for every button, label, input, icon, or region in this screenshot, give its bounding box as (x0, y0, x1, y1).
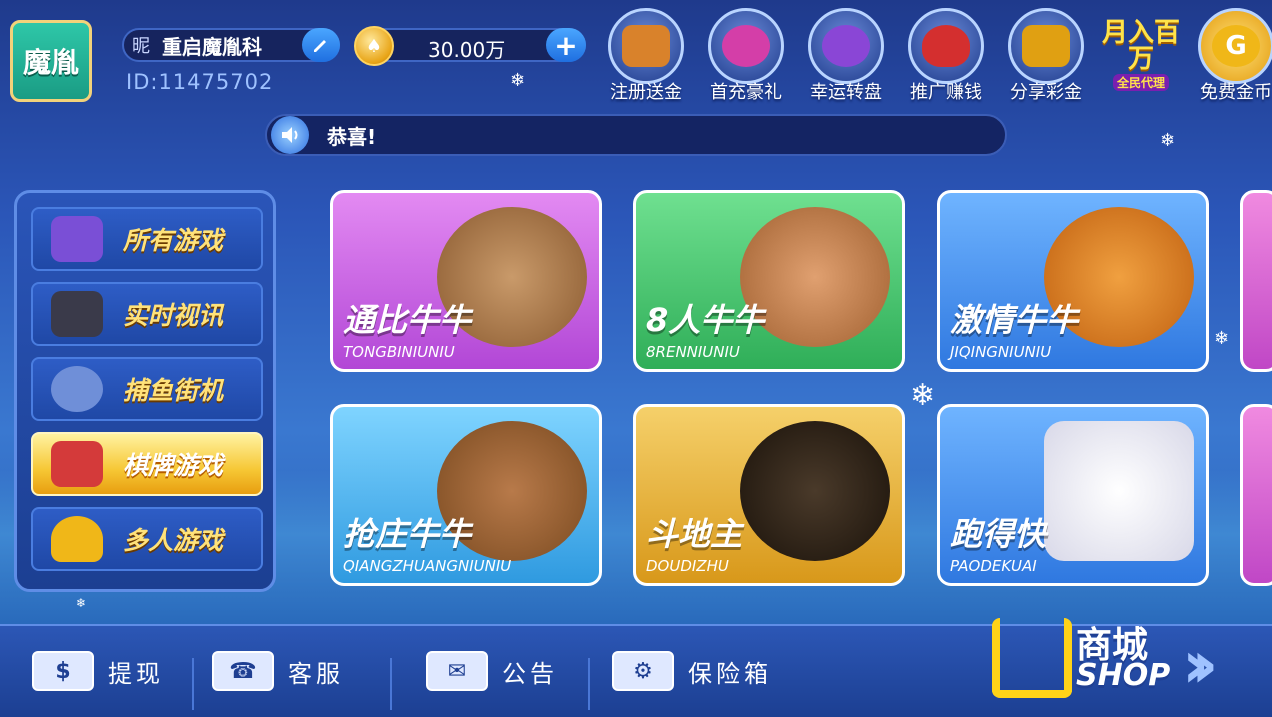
snowflake-icon: ❄ (76, 596, 87, 610)
prize-wheel-icon (722, 25, 770, 67)
notice-bar: 恭喜! (265, 114, 1007, 156)
category-card-games[interactable]: 棋牌游戏 (31, 432, 263, 496)
snowflake-icon: ❄ (1214, 328, 1230, 349)
treasure-chest-icon (622, 25, 670, 67)
announcement-button[interactable]: ✉ 公告 (426, 648, 558, 694)
coin-value: 30.00万 (428, 38, 506, 62)
withdraw-button[interactable]: $ 提现 (32, 648, 164, 694)
bomb-icon (740, 421, 890, 561)
category-live-video[interactable]: 实时视讯 (31, 282, 263, 346)
game-card-partial-2[interactable] (1240, 404, 1272, 586)
gold-chest-icon (1022, 25, 1070, 67)
lucky-wheel-icon (822, 25, 870, 67)
snowflake-icon: ❄ (1160, 130, 1176, 151)
coin-icon: ♠ (354, 26, 394, 66)
chevron-right-icon: ›› (1182, 626, 1219, 703)
category-multiplayer[interactable]: 多人游戏 (31, 507, 263, 571)
snowflake-icon: ❄ (510, 70, 526, 91)
cards-chips-icon (51, 441, 103, 487)
divider (588, 658, 590, 710)
mail-icon: ✉ (426, 651, 488, 691)
top-feature-icons: 注册送金 首充豪礼 幸运转盘 推广赚钱 分享彩金 月入百万 全民代理 G 免费金… (596, 8, 1272, 104)
safe-box-button[interactable]: ⚙ 保险箱 (612, 648, 772, 694)
game-card-qiangzhuangniuniu[interactable]: 抢庄牛牛 QIANGZHUANGNIUNIU (330, 404, 602, 586)
pencil-icon (314, 40, 326, 52)
monthly-promo-button[interactable]: 月入百万 全民代理 (1096, 20, 1186, 104)
gold-coin-g-icon: G (1212, 25, 1260, 67)
nickname-bar: 昵 重启魔胤科 (122, 28, 340, 62)
game-card-8renniuniu[interactable]: 8人牛牛 8RENNIUNIU (633, 190, 905, 372)
customer-service-button[interactable]: ☎ 客服 (212, 648, 344, 694)
avatar-label: 魔胤 (22, 46, 79, 79)
phone-icon: ☎ (212, 651, 274, 691)
free-coins-button[interactable]: G 免费金币 (1186, 8, 1272, 104)
money-bag-icon (922, 25, 970, 67)
category-fishing-arcade[interactable]: 捕鱼街机 (31, 357, 263, 421)
game-card-doudizhu[interactable]: 斗地主 DOUDIZHU (633, 404, 905, 586)
shop-label-en: SHOP (1076, 658, 1171, 693)
trophy-icon (51, 516, 103, 562)
edit-name-button[interactable] (302, 28, 340, 62)
share-bonus-button[interactable]: 分享彩金 (996, 8, 1096, 104)
game-card-partial-1[interactable] (1240, 190, 1272, 372)
monthly-promo-sub: 全民代理 (1112, 74, 1169, 91)
avatar[interactable]: 魔胤 (10, 20, 92, 102)
cards-hat-icon (51, 216, 103, 262)
game-card-paodekuai[interactable]: 跑得快 PAODEKUAI (937, 404, 1209, 586)
withdraw-icon: $ (32, 651, 94, 691)
player-id: ID:11475702 (126, 70, 274, 94)
add-coins-button[interactable]: + (546, 28, 586, 62)
divider (390, 658, 392, 710)
tv-dealer-icon (51, 291, 103, 337)
monthly-promo-title: 月入百万 (1101, 18, 1180, 74)
safe-icon: ⚙ (612, 651, 674, 691)
category-sidebar: 所有游戏 实时视讯 捕鱼街机 棋牌游戏 多人游戏 (14, 190, 276, 592)
game-card-jiqingniuniu[interactable]: 激情牛牛 JIQINGNIUNIU (937, 190, 1209, 372)
notice-text: 恭喜! (327, 124, 377, 149)
speaker-icon (271, 116, 309, 154)
register-bonus-button[interactable]: 注册送金 (596, 8, 696, 104)
first-recharge-button[interactable]: 首充豪礼 (696, 8, 796, 104)
coin-balance: ♠ 30.00万 + (354, 26, 586, 66)
shop-button[interactable]: 商城 SHOP ›› (990, 608, 1260, 714)
promote-earn-button[interactable]: 推广赚钱 (896, 8, 996, 104)
nickname: 重启魔胤科 (162, 34, 262, 59)
card-character-icon (1044, 421, 1194, 561)
shark-icon (51, 366, 103, 412)
divider (192, 658, 194, 710)
snowflake-icon: ❄ (910, 378, 936, 413)
lucky-wheel-button[interactable]: 幸运转盘 (796, 8, 896, 104)
shopping-cart-icon (992, 618, 1072, 698)
nickname-prefix: 昵 (132, 36, 150, 57)
game-card-tongbiniuniu[interactable]: 通比牛牛 TONGBINIUNIU (330, 190, 602, 372)
category-all-games[interactable]: 所有游戏 (31, 207, 263, 271)
